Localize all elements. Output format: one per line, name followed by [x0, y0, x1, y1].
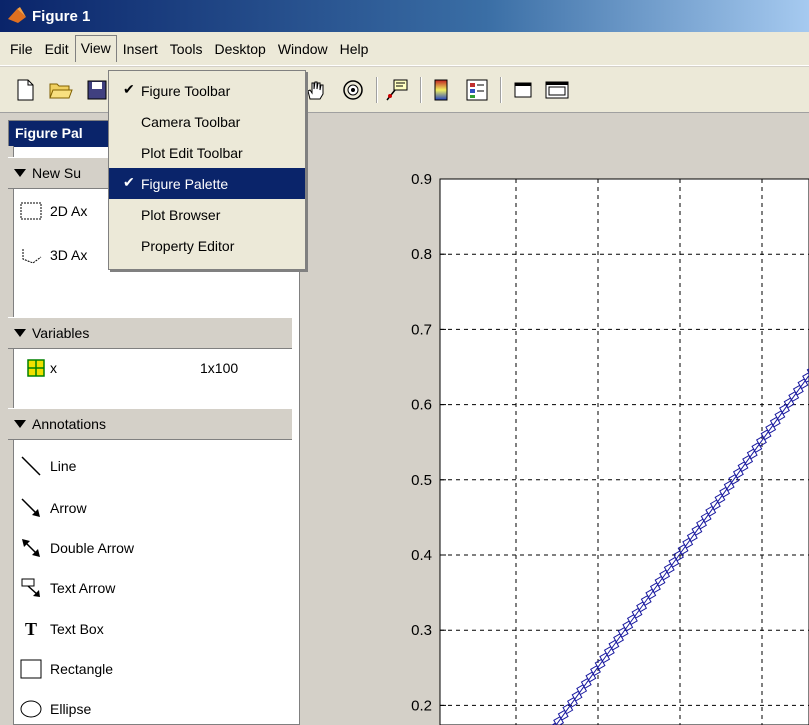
colorbar-icon[interactable]	[428, 77, 454, 103]
rectangle-icon	[18, 656, 44, 682]
y-tick-label: 0.8	[411, 246, 432, 263]
section-annotations[interactable]: Annotations	[8, 408, 292, 440]
annotation-double-arrow[interactable]: Double Arrow	[18, 534, 134, 562]
annotation-text-box[interactable]: T Text Box	[18, 615, 104, 643]
legend-icon[interactable]	[464, 77, 490, 103]
section-label: Annotations	[32, 416, 106, 432]
menu-item-label: Camera Toolbar	[141, 113, 241, 130]
annotation-label: Arrow	[50, 500, 87, 516]
menu-desktop[interactable]: Desktop	[208, 36, 271, 62]
variable-size: 1x100	[200, 360, 239, 376]
menu-window[interactable]: Window	[272, 36, 334, 62]
annotation-label: Ellipse	[50, 701, 92, 717]
menu-item-label: Property Editor	[141, 237, 235, 254]
matlab-logo-icon	[8, 7, 26, 23]
new-figure-icon[interactable]	[12, 77, 38, 103]
open-file-icon[interactable]	[48, 77, 74, 103]
y-tick-label: 0.7	[411, 321, 432, 338]
collapse-triangle-icon	[14, 420, 26, 428]
toolbar-separator	[420, 77, 422, 103]
y-tick-label: 0.5	[411, 472, 432, 489]
plot-axes[interactable]: 0.9 0.8 0.7 0.6 0.5 0.4 0.3 0.2	[306, 113, 809, 725]
axes-2d-icon	[18, 198, 44, 224]
annotation-label: Double Arrow	[50, 540, 135, 556]
y-tick-label: 0.6	[411, 397, 432, 414]
view-menu-dropdown: ✔ Figure Toolbar Camera Toolbar Plot Edi…	[108, 70, 306, 270]
y-tick-label: 0.9	[411, 171, 432, 188]
hide-plot-tools-icon[interactable]	[510, 77, 536, 103]
text-arrow-icon	[18, 575, 44, 601]
palette-item-label: 3D Ax	[50, 247, 88, 263]
menu-item-property-editor[interactable]: Property Editor	[109, 230, 305, 261]
palette-item-2d-axes[interactable]: 2D Ax	[18, 197, 87, 225]
double-arrow-icon	[18, 535, 44, 561]
annotation-label: Text Box	[50, 621, 104, 637]
menu-tools[interactable]: Tools	[164, 36, 209, 62]
y-tick-label: 0.3	[411, 622, 432, 639]
menu-view[interactable]: View	[74, 35, 117, 62]
title-bar: Figure 1	[0, 0, 809, 32]
rotate-3d-icon[interactable]	[340, 77, 366, 103]
menu-item-label: Figure Palette	[141, 175, 229, 192]
annotation-ellipse[interactable]: Ellipse	[18, 695, 91, 723]
menu-item-plot-edit-toolbar[interactable]: Plot Edit Toolbar	[109, 137, 305, 168]
menu-help[interactable]: Help	[334, 36, 375, 62]
menu-insert[interactable]: Insert	[117, 36, 164, 62]
menu-item-plot-browser[interactable]: Plot Browser	[109, 199, 305, 230]
annotation-label: Rectangle	[50, 661, 114, 677]
menu-item-label: Plot Edit Toolbar	[141, 144, 243, 161]
window-title: Figure 1	[32, 7, 91, 25]
menu-item-figure-toolbar[interactable]: ✔ Figure Toolbar	[109, 75, 305, 106]
palette-item-3d-axes[interactable]: 3D Ax	[18, 241, 87, 269]
annotation-label: Line	[50, 458, 77, 474]
variable-name: x	[50, 360, 57, 376]
palette-item-label: 2D Ax	[50, 203, 88, 219]
menu-item-label: Plot Browser	[141, 206, 221, 223]
y-tick-label: 0.2	[411, 697, 432, 714]
collapse-triangle-icon	[14, 329, 26, 337]
annotation-rectangle[interactable]: Rectangle	[18, 655, 113, 683]
menu-edit[interactable]: Edit	[39, 36, 75, 62]
menu-item-figure-palette[interactable]: ✔ Figure Palette	[109, 168, 305, 199]
arrow-icon	[18, 495, 44, 521]
toolbar-separator	[500, 77, 502, 103]
menu-item-camera-toolbar[interactable]: Camera Toolbar	[109, 106, 305, 137]
checkmark-icon: ✔	[123, 81, 135, 97]
data-cursor-icon[interactable]	[384, 77, 410, 103]
annotation-text-arrow[interactable]: Text Arrow	[18, 574, 115, 602]
toolbar-separator	[376, 77, 378, 103]
y-tick-label: 0.4	[411, 547, 432, 564]
text-box-icon: T	[24, 618, 37, 639]
checkmark-icon: ✔	[123, 174, 135, 190]
section-label: New Su	[32, 165, 82, 181]
section-label: Variables	[32, 325, 90, 341]
menu-item-label: Figure Toolbar	[141, 82, 231, 99]
annotation-line[interactable]: Line	[18, 452, 76, 480]
variable-row[interactable]: x 1x100	[26, 354, 266, 382]
axes-3d-icon	[18, 242, 44, 268]
menu-bar: File Edit View Insert Tools Desktop Wind…	[0, 32, 809, 66]
menu-file[interactable]: File	[4, 36, 39, 62]
show-plot-tools-icon[interactable]	[544, 77, 570, 103]
variable-matrix-icon	[26, 355, 46, 381]
ellipse-icon	[18, 696, 44, 722]
annotation-label: Text Arrow	[50, 580, 116, 596]
collapse-triangle-icon	[14, 169, 26, 177]
save-icon[interactable]	[84, 77, 110, 103]
line-icon	[18, 453, 44, 479]
section-variables[interactable]: Variables	[8, 317, 292, 349]
annotation-arrow[interactable]: Arrow	[18, 494, 87, 522]
